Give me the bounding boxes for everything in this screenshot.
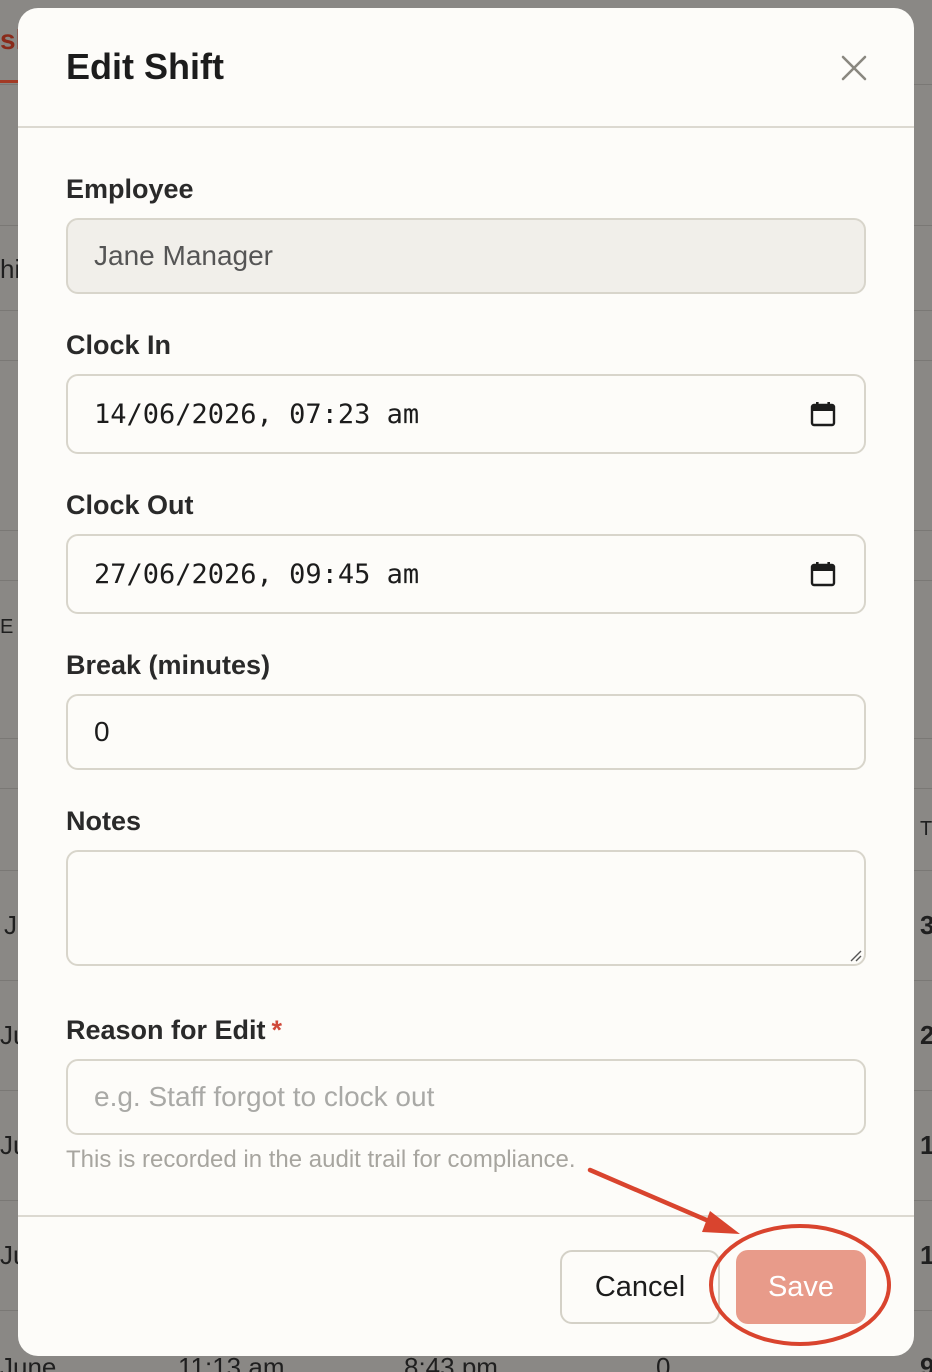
calendar-icon[interactable] [810,401,836,427]
notes-label: Notes [66,806,142,836]
clock-in-label: Clock In [66,330,172,360]
background-tab-underline [0,80,18,83]
reason-helper-text: This is recorded in the audit trail for … [66,1146,576,1173]
clock-out-input[interactable]: 27/06/2026, 09:45 am [66,534,866,614]
background-cell: 1 [920,1130,932,1160]
clock-out-label: Clock Out [66,490,194,520]
calendar-icon[interactable] [810,561,836,587]
footer-divider [18,1215,914,1217]
required-mark: * [271,1015,283,1045]
background-cell: J [4,910,17,940]
reason-label-text: Reason for Edit [66,1015,266,1045]
employee-field: Jane Manager [66,218,866,294]
background-cell: 9 [920,1352,932,1372]
save-button[interactable]: Save [736,1250,866,1324]
employee-label: Employee [66,174,194,204]
break-minutes-input[interactable]: 0 [66,694,866,770]
background-cell: 1 [920,1240,932,1270]
clock-in-input[interactable]: 14/06/2026, 07:23 am [66,374,866,454]
employee-value: Jane Manager [94,240,274,271]
reason-input[interactable]: e.g. Staff forgot to clock out [66,1059,866,1135]
cancel-button[interactable]: Cancel [560,1250,720,1324]
resize-handle-icon[interactable] [846,946,862,962]
clock-in-value: 14/06/2026, 07:23 am [94,398,420,430]
edit-shift-dialog: Edit Shift Employee Jane Manager Clock I… [18,8,914,1356]
background-cell: 3 [920,910,932,940]
break-minutes-value: 0 [94,716,110,747]
reason-placeholder: e.g. Staff forgot to clock out [94,1081,435,1112]
break-label: Break (minutes) [66,650,271,680]
close-button[interactable] [836,50,872,86]
dialog-header: Edit Shift [18,8,914,128]
background-cell: T [920,818,932,840]
close-icon [841,55,867,81]
background-cell: 2 [920,1020,932,1050]
notes-textarea[interactable] [66,850,866,966]
dialog-title: Edit Shift [66,46,224,87]
clock-out-value: 27/06/2026, 09:45 am [94,558,420,590]
reason-label: Reason for Edit * [66,1015,282,1046]
